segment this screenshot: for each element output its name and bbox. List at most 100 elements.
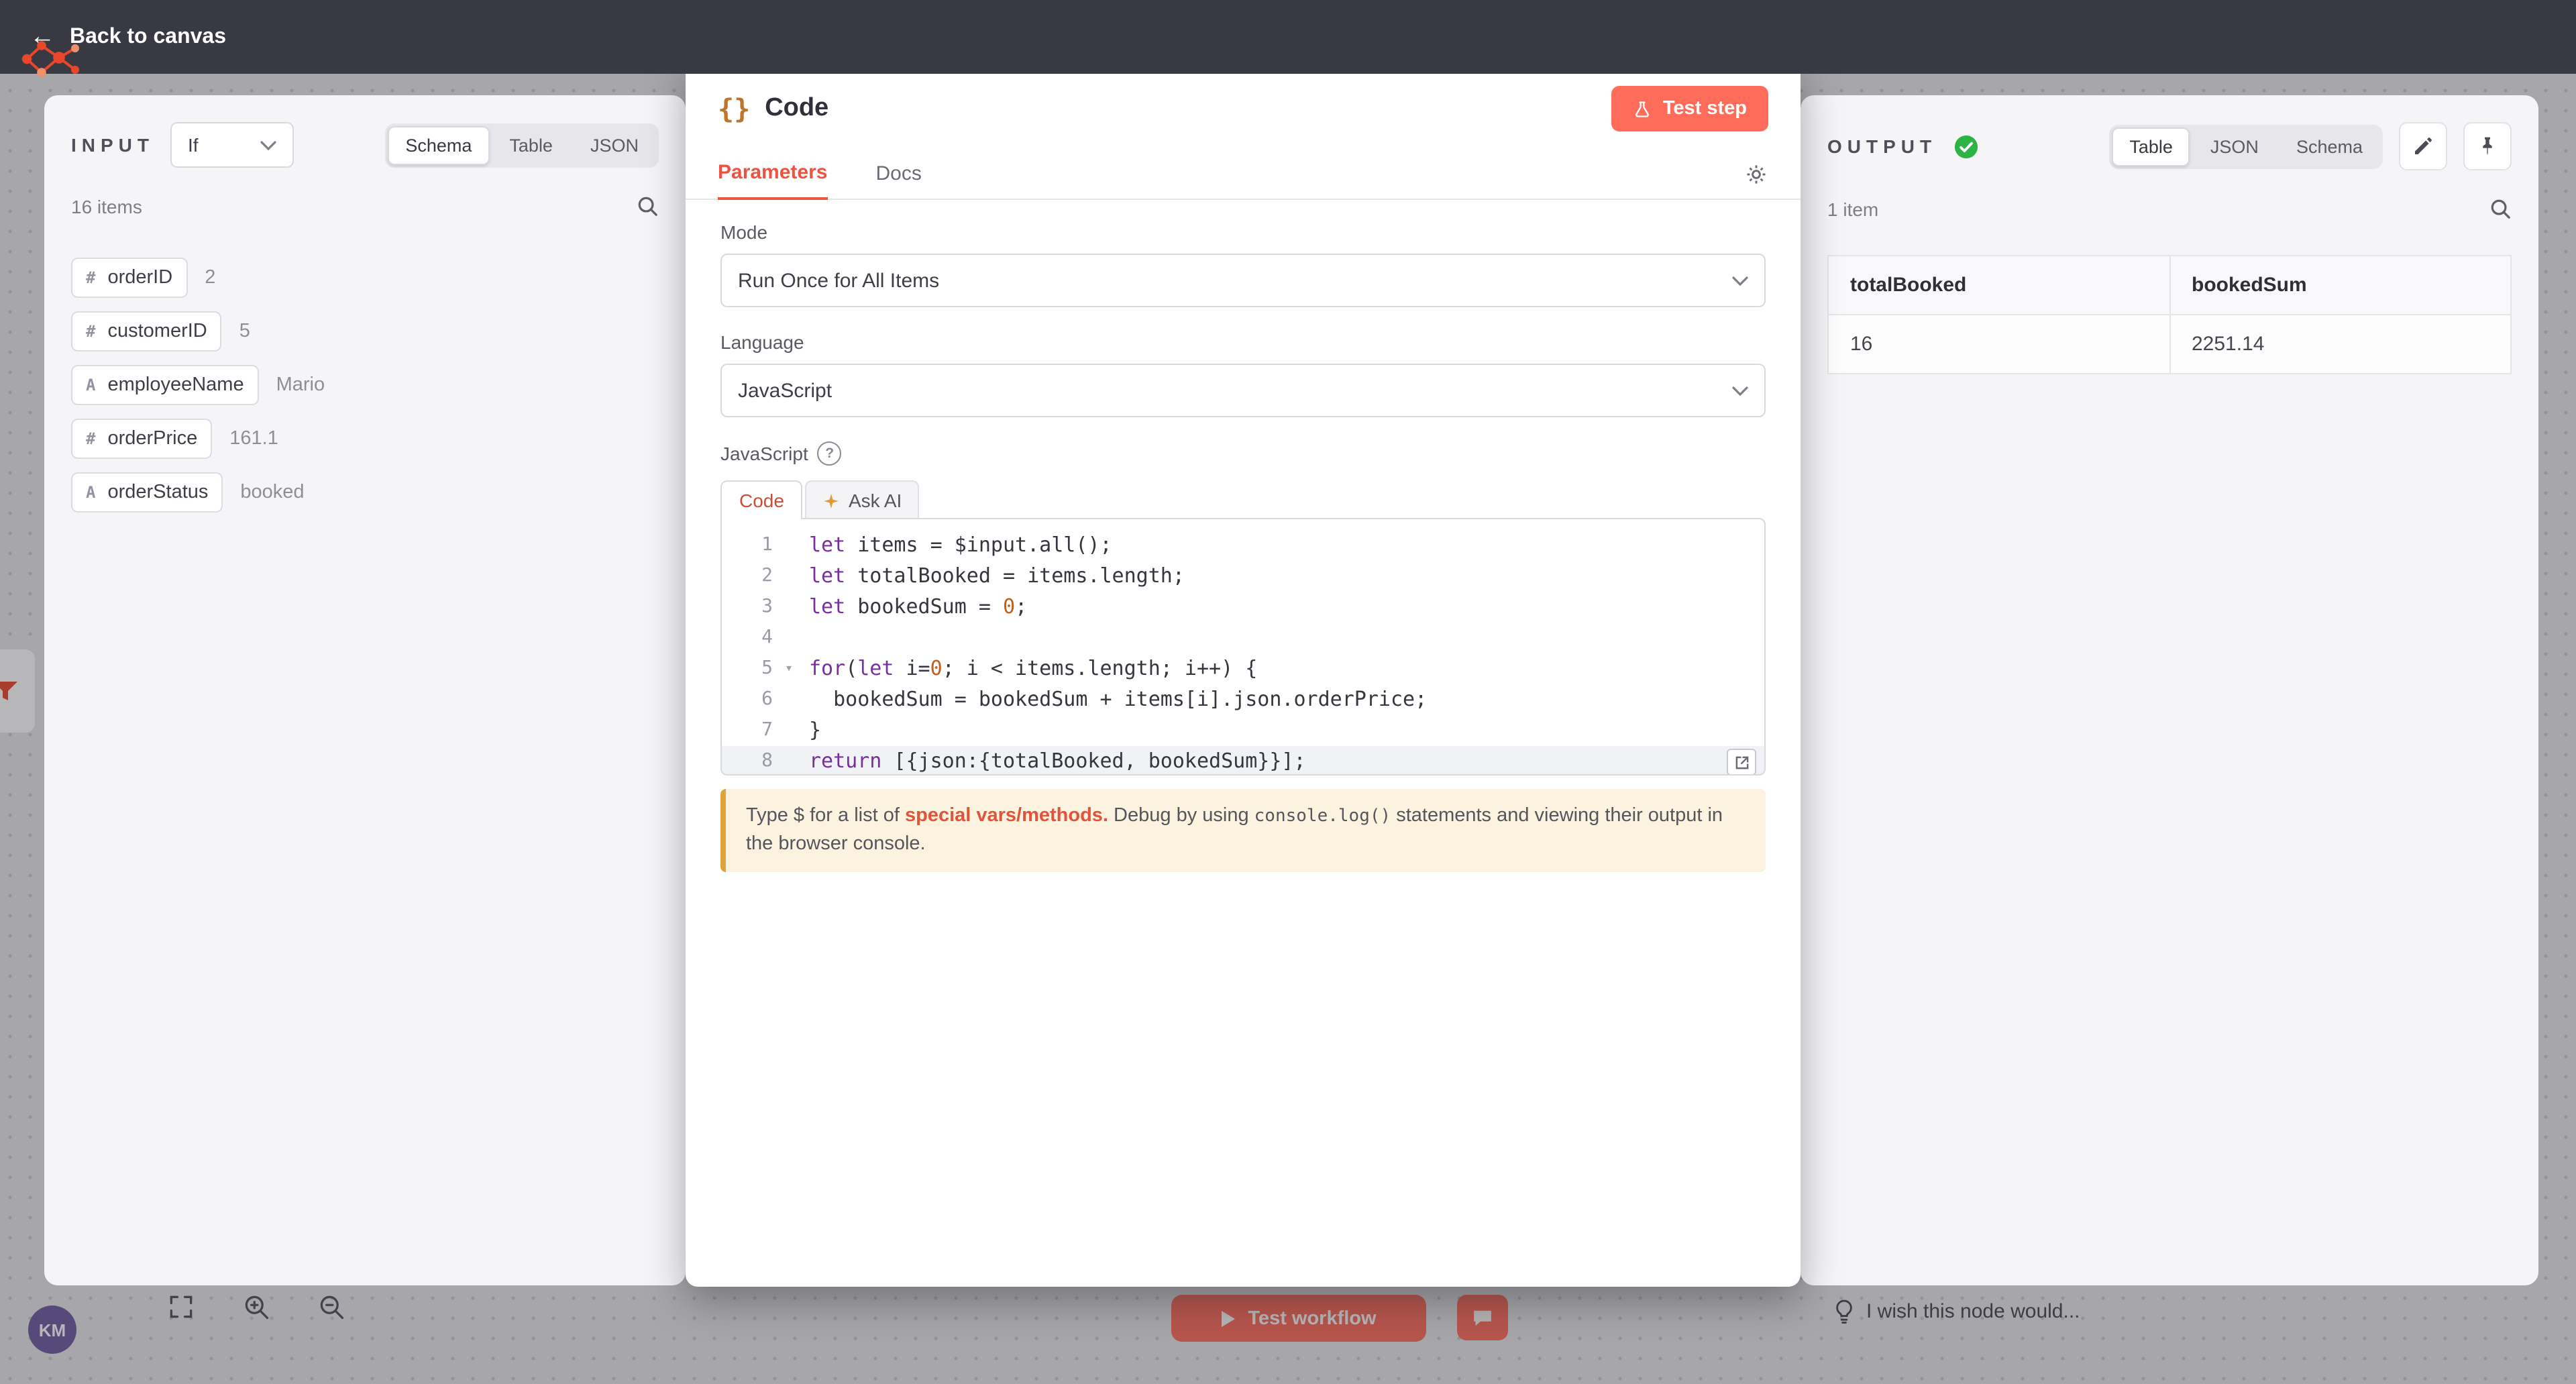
code-editor-lines: 1let items = $input.all();2let totalBook…	[722, 530, 1764, 776]
language-label: Language	[720, 331, 1766, 353]
node-wish-link[interactable]: I wish this node would...	[1834, 1299, 2080, 1324]
schema-item[interactable]: # customerID 5	[71, 311, 659, 352]
help-icon[interactable]: ?	[818, 441, 842, 466]
callout-text: Type $ for a list of	[746, 805, 905, 827]
tab-input-schema[interactable]: Schema	[388, 125, 489, 164]
output-cell: 2251.14	[2169, 315, 2511, 374]
wish-text: I wish this node would...	[1866, 1300, 2080, 1323]
field-value: 2	[205, 267, 215, 288]
pencil-icon	[2412, 136, 2434, 157]
code-line[interactable]: 5▾for(let i=0; i < items.length; i++) {	[722, 653, 1764, 684]
output-panel-title: OUTPUT	[1827, 136, 1937, 157]
output-table: totalBookedbookedSum 162251.14	[1827, 255, 2512, 374]
tab-docs[interactable]: Docs	[875, 162, 921, 199]
sparkle-icon	[823, 492, 841, 509]
chevron-down-icon	[1732, 386, 1748, 395]
success-check-icon	[1953, 134, 1978, 159]
output-search-icon[interactable]	[2489, 197, 2512, 220]
top-bar: ← Back to canvas	[0, 0, 2576, 74]
code-line[interactable]: 7}	[722, 715, 1764, 746]
code-text: }	[797, 715, 1764, 746]
output-col-header: bookedSum	[2169, 256, 2511, 315]
field-value: 161.1	[229, 428, 278, 449]
code-line[interactable]: 1let items = $input.all();	[722, 530, 1764, 561]
language-select[interactable]: JavaScript	[720, 364, 1766, 417]
line-number: 8	[722, 746, 797, 776]
line-number: 1	[722, 530, 797, 561]
field-value: 5	[239, 321, 250, 342]
tab-output-json[interactable]: JSON	[2193, 127, 2276, 166]
flask-icon	[1633, 99, 1652, 119]
field-name: customerID	[107, 321, 207, 342]
callout-text: console.log()	[1254, 806, 1391, 827]
schema-item-list: # orderID 2 # customerID 5 AemployeeName Mario #…	[71, 258, 659, 513]
chevron-down-icon	[1732, 276, 1748, 285]
output-cell: 16	[1828, 315, 2169, 374]
output-row[interactable]: 162251.14	[1828, 315, 2511, 374]
schema-item[interactable]: AemployeeName Mario	[71, 365, 659, 405]
output-view-tabs: Table JSON Schema	[2109, 124, 2383, 168]
line-number: 7	[722, 715, 797, 746]
schema-field-pill[interactable]: #orderPrice	[71, 419, 212, 459]
lightbulb-icon	[1834, 1299, 1854, 1324]
schema-field-pill[interactable]: # customerID	[71, 311, 222, 352]
tab-editor-code[interactable]: Code	[720, 480, 803, 519]
input-panel-title: INPUT	[71, 134, 154, 156]
line-number: 6	[722, 684, 797, 715]
number-type-icon: #	[86, 322, 95, 341]
editor-tabs: Code Ask AI	[720, 476, 1766, 518]
node-settings-gear-icon[interactable]	[1744, 162, 1768, 199]
code-text: bookedSum = bookedSum + items[i].json.or…	[797, 684, 1764, 715]
schema-field-pill[interactable]: AorderStatus	[71, 472, 223, 513]
node-settings-tabs: Parameters Docs	[686, 148, 1801, 200]
tab-output-table[interactable]: Table	[2112, 127, 2190, 166]
mode-label: Mode	[720, 221, 1766, 243]
tab-editor-ask-ai[interactable]: Ask AI	[806, 480, 919, 519]
schema-field-pill[interactable]: # orderID	[71, 258, 187, 298]
field-name: employeeName	[107, 374, 244, 396]
output-items-count: 1 item	[1827, 198, 1878, 219]
test-step-button[interactable]: Test step	[1612, 86, 1768, 131]
code-node-icon: {}	[718, 93, 750, 125]
expand-editor-icon[interactable]	[1727, 749, 1756, 776]
tab-parameters[interactable]: Parameters	[718, 161, 827, 200]
code-line[interactable]: 8return [{json:{totalBooked, bookedSum}}…	[722, 746, 1764, 776]
node-title: Code	[765, 94, 828, 123]
string-type-icon: A	[86, 483, 95, 502]
code-editor[interactable]: 1let items = $input.all();2let totalBook…	[720, 518, 1766, 776]
language-value: JavaScript	[738, 379, 832, 402]
code-line[interactable]: 3let bookedSum = 0;	[722, 592, 1764, 623]
code-text	[797, 623, 1764, 653]
field-value: booked	[240, 482, 304, 503]
input-source-select[interactable]: If	[170, 122, 294, 168]
schema-item[interactable]: AorderStatus booked	[71, 472, 659, 513]
string-type-icon: A	[86, 376, 95, 394]
line-number: 3	[722, 592, 797, 623]
schema-field-pill[interactable]: AemployeeName	[71, 365, 259, 405]
schema-item[interactable]: # orderID 2	[71, 258, 659, 298]
output-header-row: totalBookedbookedSum	[1828, 256, 2511, 315]
code-line[interactable]: 4	[722, 623, 1764, 653]
tab-input-table[interactable]: Table	[492, 125, 570, 164]
back-to-canvas-label: Back to canvas	[70, 25, 226, 49]
input-view-tabs: Schema Table JSON	[385, 123, 659, 167]
number-type-icon: #	[86, 268, 95, 287]
input-search-icon[interactable]	[636, 195, 659, 217]
code-line[interactable]: 2let totalBooked = items.length;	[722, 561, 1764, 592]
tab-output-schema[interactable]: Schema	[2279, 127, 2380, 166]
number-type-icon: #	[86, 429, 95, 448]
n8n-node-detail-view: KM Test workflow ← Back to canvas INPUT	[0, 0, 2576, 1384]
pin-icon	[2477, 136, 2498, 157]
code-line[interactable]: 6 bookedSum = bookedSum + items[i].json.…	[722, 684, 1764, 715]
edit-output-button[interactable]	[2399, 122, 2447, 170]
schema-item[interactable]: #orderPrice 161.1	[71, 419, 659, 459]
field-name: orderID	[107, 267, 172, 288]
pin-data-button[interactable]	[2463, 122, 2512, 170]
callout-text: Debug by using	[1108, 805, 1254, 827]
callout-link[interactable]: special vars/methods.	[905, 805, 1108, 827]
mode-select[interactable]: Run Once for All Items	[720, 254, 1766, 307]
field-value: Mario	[276, 374, 325, 396]
tab-input-json[interactable]: JSON	[573, 125, 656, 164]
fold-chevron-icon[interactable]: ▾	[785, 653, 793, 684]
chevron-down-icon	[260, 140, 276, 150]
